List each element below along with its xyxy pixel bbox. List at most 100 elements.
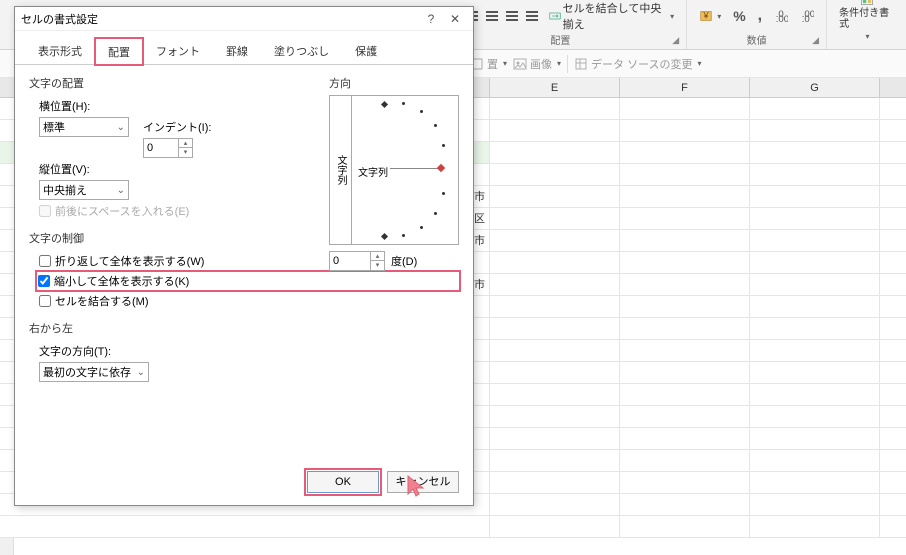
horizontal-select[interactable]: 標準 xyxy=(39,117,129,137)
cell[interactable] xyxy=(490,318,620,339)
cell[interactable] xyxy=(490,230,620,251)
indent-input[interactable]: 0 ▴▾ xyxy=(143,138,193,158)
cell[interactable] xyxy=(620,384,750,405)
cell[interactable] xyxy=(750,296,880,317)
cell[interactable] xyxy=(750,274,880,295)
cell[interactable] xyxy=(490,120,620,141)
indent-increase-icon[interactable] xyxy=(523,7,541,25)
cell[interactable] xyxy=(620,120,750,141)
cell[interactable] xyxy=(490,274,620,295)
cell[interactable] xyxy=(620,472,750,493)
cell[interactable] xyxy=(750,472,880,493)
tab-fill[interactable]: 塗りつぶし xyxy=(261,37,342,64)
cell[interactable] xyxy=(750,252,880,273)
cell[interactable] xyxy=(750,494,880,515)
close-button[interactable]: ✕ xyxy=(443,12,467,26)
col-header-e[interactable]: E xyxy=(490,78,620,97)
cell[interactable] xyxy=(620,494,750,515)
cell[interactable] xyxy=(490,252,620,273)
decrease-decimal-button[interactable]: .00.0 xyxy=(796,7,818,25)
col-header-g[interactable]: G xyxy=(750,78,880,97)
cell[interactable] xyxy=(750,230,880,251)
cell[interactable] xyxy=(490,406,620,427)
cell[interactable] xyxy=(620,450,750,471)
cell[interactable] xyxy=(620,252,750,273)
shrink-to-fit-checkbox[interactable]: 縮小して全体を表示する(K) xyxy=(37,272,459,290)
cell[interactable] xyxy=(620,516,750,537)
cell[interactable] xyxy=(490,142,620,163)
cell[interactable] xyxy=(490,362,620,383)
cell[interactable] xyxy=(620,230,750,251)
number-dialog-launcher[interactable]: ◢ xyxy=(812,35,824,47)
cell[interactable] xyxy=(490,472,620,493)
cell[interactable] xyxy=(750,362,880,383)
cell[interactable] xyxy=(750,142,880,163)
cell[interactable] xyxy=(620,208,750,229)
cell[interactable] xyxy=(490,384,620,405)
cell[interactable] xyxy=(620,340,750,361)
increase-decimal-button[interactable]: .0.00 xyxy=(770,7,792,25)
indent-decrease-icon[interactable] xyxy=(503,7,521,25)
cell[interactable] xyxy=(750,516,880,537)
cell[interactable] xyxy=(750,406,880,427)
cell[interactable] xyxy=(620,406,750,427)
cell[interactable] xyxy=(490,164,620,185)
text-direction-select[interactable]: 最初の文字に依存 xyxy=(39,362,149,382)
orientation-dial[interactable]: 文字列 xyxy=(352,96,458,244)
cell[interactable] xyxy=(490,98,620,119)
tab-font[interactable]: フォント xyxy=(143,37,213,64)
vertical-select[interactable]: 中央揃え xyxy=(39,180,129,200)
align-bottom-icon[interactable] xyxy=(483,7,501,25)
data-source-button[interactable]: データ ソースの変更 xyxy=(574,56,702,72)
cell[interactable] xyxy=(750,98,880,119)
tab-protection[interactable]: 保護 xyxy=(342,37,390,64)
comma-button[interactable]: , xyxy=(754,5,766,27)
help-button[interactable]: ? xyxy=(419,12,443,26)
cell[interactable] xyxy=(750,120,880,141)
cell[interactable] xyxy=(490,494,620,515)
image-button[interactable]: 画像 xyxy=(513,56,561,72)
degree-spinner[interactable]: ▴▾ xyxy=(370,252,384,270)
placement-button[interactable]: 置 xyxy=(470,56,507,72)
cell[interactable] xyxy=(750,428,880,449)
merge-cells-checkbox[interactable]: セルを結合する(M) xyxy=(39,293,459,309)
cell[interactable] xyxy=(750,164,880,185)
cell[interactable] xyxy=(620,428,750,449)
cell[interactable] xyxy=(750,340,880,361)
cell[interactable] xyxy=(490,186,620,207)
cell[interactable] xyxy=(490,450,620,471)
tab-border[interactable]: 罫線 xyxy=(213,37,261,64)
orientation-handle[interactable] xyxy=(437,164,445,172)
cell[interactable] xyxy=(620,164,750,185)
cell[interactable] xyxy=(620,318,750,339)
merge-cells-input[interactable] xyxy=(39,295,51,307)
cell[interactable] xyxy=(490,208,620,229)
tab-alignment[interactable]: 配置 xyxy=(95,38,143,65)
cell[interactable] xyxy=(750,318,880,339)
cell[interactable] xyxy=(750,384,880,405)
wrap-text-input[interactable] xyxy=(39,255,51,267)
cell[interactable] xyxy=(620,98,750,119)
cell[interactable] xyxy=(490,516,620,537)
shrink-to-fit-input[interactable] xyxy=(38,275,50,287)
col-header-f[interactable]: F xyxy=(620,78,750,97)
cell[interactable] xyxy=(490,296,620,317)
cancel-button[interactable]: キャンセル xyxy=(387,471,459,493)
tab-number[interactable]: 表示形式 xyxy=(25,37,95,64)
orientation-canvas[interactable]: 文字列 文字列 xyxy=(329,95,459,245)
cell[interactable] xyxy=(750,450,880,471)
cell[interactable] xyxy=(620,274,750,295)
cell[interactable] xyxy=(620,186,750,207)
merge-center-button[interactable]: セルを結合して中央揃え xyxy=(545,0,679,34)
alignment-dialog-launcher[interactable]: ◢ xyxy=(672,35,684,47)
orientation-vertical-text[interactable]: 文字列 xyxy=(330,96,352,244)
indent-spinner[interactable]: ▴▾ xyxy=(178,139,192,157)
cell[interactable] xyxy=(620,362,750,383)
cell[interactable] xyxy=(750,208,880,229)
ok-button[interactable]: OK xyxy=(307,471,379,493)
cell[interactable] xyxy=(750,186,880,207)
cell[interactable] xyxy=(490,340,620,361)
cell[interactable] xyxy=(620,296,750,317)
conditional-format-button[interactable]: 条件付き書式 xyxy=(835,0,898,43)
cell-fragment[interactable] xyxy=(0,516,490,537)
